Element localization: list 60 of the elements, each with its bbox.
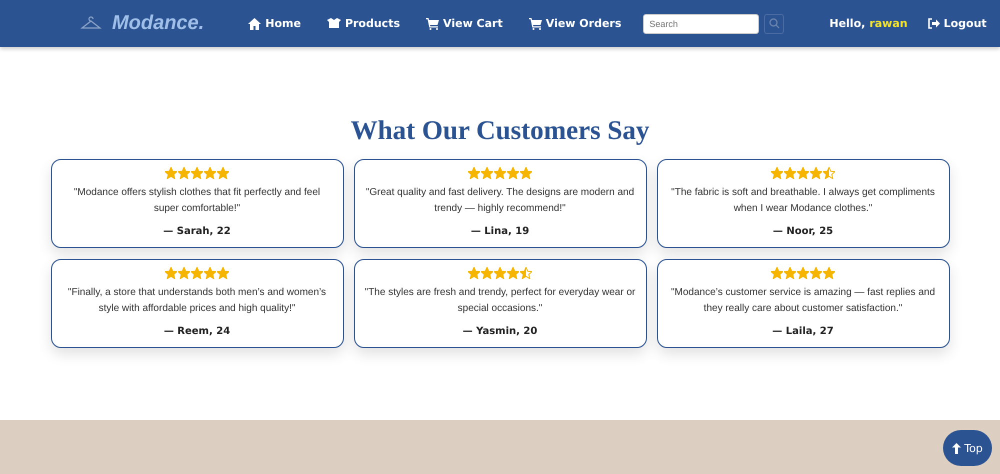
nav-link[interactable]: View Orders — [528, 17, 622, 30]
logout-icon — [928, 18, 940, 29]
star-icon — [507, 267, 519, 279]
logout-link[interactable]: Logout — [928, 17, 987, 30]
review-quote: "Modance’s customer service is amazing — fast replies and they really care about customer satisfaction." — [670, 286, 936, 316]
star-icon — [204, 167, 216, 179]
star-icon — [494, 167, 506, 179]
review-author: — Noor, 25 — [772, 226, 834, 237]
search-icon — [768, 18, 780, 29]
star-icon — [810, 267, 822, 279]
section-title: What Our Customers Say — [350, 115, 650, 146]
arrow-up-icon — [952, 442, 962, 454]
star-icon — [204, 267, 216, 279]
star-icon — [771, 267, 783, 279]
star-icon — [165, 167, 177, 179]
star-icon — [468, 167, 480, 179]
star-icon — [481, 267, 493, 279]
review-quote: "Great quality and fast delivery. The designs are modern and trendy — highly recommend!" — [364, 186, 636, 216]
star-icon — [771, 167, 783, 179]
nav-link[interactable]: Home — [248, 17, 301, 30]
star-icon — [481, 167, 493, 179]
star-icon — [810, 167, 822, 179]
star-icon — [217, 167, 229, 179]
greeting-text: Hello, — [829, 17, 866, 30]
star-icon — [797, 267, 809, 279]
search-button[interactable] — [764, 14, 784, 34]
review-author: — Reem, 24 — [164, 326, 230, 337]
star-icon — [784, 167, 796, 179]
home-icon — [248, 18, 262, 30]
half-star-icon — [823, 167, 835, 179]
review-quote: "Finally, a store that understands both men’s and women’s style with affordable prices and high quality!" — [66, 286, 328, 316]
star-icon — [520, 167, 532, 179]
cart-icon — [528, 18, 542, 30]
star-icon — [797, 167, 809, 179]
star-icon — [178, 267, 190, 279]
star-icon — [507, 167, 519, 179]
star-icon — [165, 267, 177, 279]
star-icon — [823, 267, 835, 279]
review-author: — Laila, 27 — [772, 326, 834, 337]
star-icon — [784, 267, 796, 279]
star-icon — [468, 267, 480, 279]
username: rawan — [869, 17, 908, 30]
nav-link[interactable]: Products — [326, 17, 400, 30]
review-quote: "The fabric is soft and breathable. I always get compliments when I wear Modance clothes." — [670, 186, 936, 216]
nav-link[interactable]: View Cart — [426, 17, 503, 30]
brand-logo[interactable]: Modance. — [112, 12, 204, 35]
star-icon — [178, 167, 190, 179]
half-star-icon — [520, 267, 532, 279]
review-author: — Lina, 19 — [470, 226, 530, 237]
review-quote: "Modance offers stylish clothes that fit perfectly and feel super comfortable!" — [72, 186, 322, 216]
hanger-icon — [80, 16, 102, 32]
cart-icon — [426, 18, 440, 30]
search-field[interactable]: Search — [643, 14, 760, 34]
star-icon — [191, 267, 203, 279]
star-icon — [191, 167, 203, 179]
review-author: — Yasmin, 20 — [462, 326, 538, 337]
review-quote: "The styles are fresh and trendy, perfect for everyday wear or special occasions." — [364, 286, 636, 316]
review-author: — Sarah, 22 — [163, 226, 231, 237]
star-icon — [494, 267, 506, 279]
star-icon — [217, 267, 229, 279]
